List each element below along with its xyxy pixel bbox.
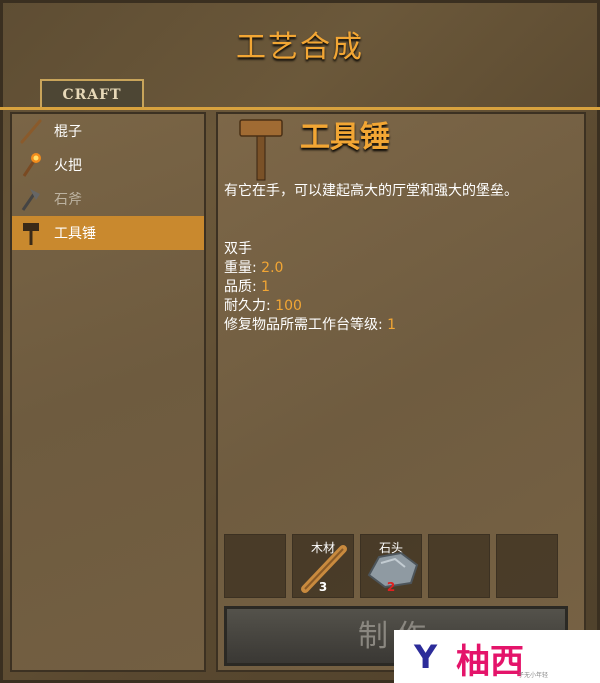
torch-icon: [18, 152, 44, 178]
recipe-item-stone-axe[interactable]: 石斧: [12, 182, 204, 216]
watermark-logo: Y: [414, 638, 438, 676]
watermark: Y 柚西 子无小年轻: [394, 630, 600, 683]
durability-label: 耐久力:: [224, 298, 276, 314]
repair-level-row: 修复物品所需工作台等级: 1: [224, 316, 396, 335]
recipe-list: 棍子 火把 石斧 工具锤: [10, 112, 206, 672]
requirement-slot-stone[interactable]: 石头 2: [360, 534, 422, 598]
requirement-slot-empty: [496, 534, 558, 598]
quality-row: 品质: 1: [224, 278, 396, 297]
recipe-label: 棍子: [54, 124, 82, 140]
durability-value: 100: [275, 298, 302, 314]
repair-value: 1: [387, 317, 397, 333]
handedness: 双手: [224, 241, 252, 257]
requirement-count: 2: [386, 580, 396, 594]
item-description: 有它在手，可以建起高大的厅堂和强大的堡垒。: [224, 183, 518, 199]
recipe-label: 火把: [54, 158, 82, 174]
watermark-text: 柚西: [456, 642, 524, 682]
requirement-slot-wood[interactable]: 木材 3: [292, 534, 354, 598]
item-name: 工具锤: [300, 120, 390, 155]
requirement-slots: 木材 3 石头 2: [224, 534, 558, 598]
hammer-icon: [18, 220, 44, 246]
watermark-subtext: 子无小年轻: [518, 672, 549, 679]
recipe-label: 石斧: [54, 192, 82, 208]
stone-axe-icon: [18, 186, 44, 212]
weight-row: 重量: 2.0: [224, 259, 396, 278]
recipe-item-stick[interactable]: 棍子: [12, 114, 204, 148]
quality-label: 品质:: [224, 279, 262, 295]
requirement-slot-empty: [224, 534, 286, 598]
hammer-icon: [236, 116, 286, 182]
weight-label: 重量:: [224, 260, 262, 276]
tab-divider: [0, 107, 600, 110]
tab-craft[interactable]: CRAFT: [40, 79, 144, 109]
item-stats: 双手 重量: 2.0 品质: 1 耐久力: 100 修复物品所需工作台等级: 1: [224, 240, 396, 335]
recipe-item-torch[interactable]: 火把: [12, 148, 204, 182]
recipe-item-hammer[interactable]: 工具锤: [12, 216, 204, 250]
window-title: 工艺合成: [236, 30, 364, 65]
quality-value: 1: [261, 279, 271, 295]
durability-row: 耐久力: 100: [224, 297, 396, 316]
stick-icon: [18, 118, 44, 144]
repair-label: 修复物品所需工作台等级:: [224, 317, 388, 333]
requirement-count: 3: [318, 580, 328, 594]
weight-value: 2.0: [261, 260, 284, 276]
recipe-label: 工具锤: [54, 226, 96, 242]
requirement-slot-empty: [428, 534, 490, 598]
